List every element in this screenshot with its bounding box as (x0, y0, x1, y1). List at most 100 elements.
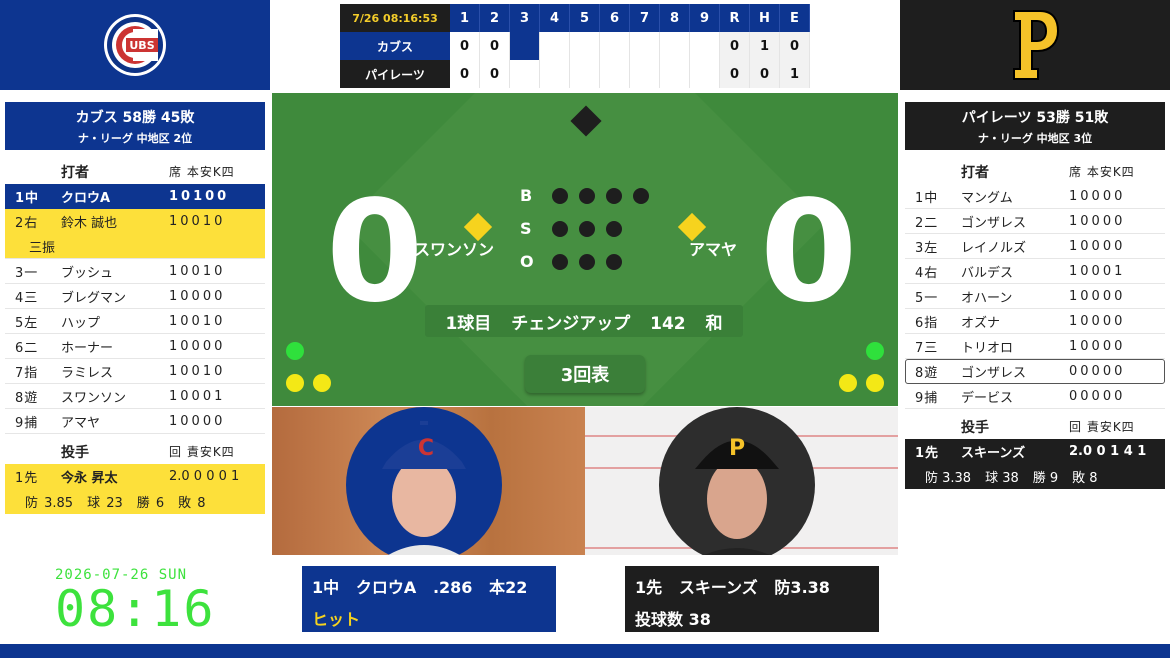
batter-position: 5一 (915, 290, 939, 306)
home-green-lamp-icon (866, 342, 884, 360)
batter-stats: 10010 (169, 214, 226, 229)
strike-dot (579, 221, 595, 237)
current-batter-box: 1中 クロウA .286 本22 ヒット (302, 566, 556, 632)
away-lineup: 打者 席 本安K四 1中 クロウA 10100 2右 鈴木 誠也 10010 三振 3一 ブッシ… (5, 159, 265, 514)
runner-first-name: アマヤ (689, 240, 738, 259)
home-lineup: 打者 席 本安K四 1中 マングム 10000 2二 ゴンザレス 10000 3左 レイノルズ… (905, 159, 1165, 489)
pitcher-avatar: P (659, 407, 815, 555)
batter-position: 7指 (15, 365, 39, 381)
batter-name: ラミレス (61, 365, 114, 381)
home-team-record-box: パイレーツ 53勝 51敗 ナ・リーグ 中地区 3位 (905, 102, 1165, 150)
inning-indicator: 3回表 (525, 355, 645, 393)
batter-position: 9捕 (915, 390, 939, 406)
out-dot (579, 254, 595, 270)
clock-time: 08:16 (55, 580, 216, 638)
away-green-lamp-icon (286, 342, 304, 360)
totals-header: H (750, 4, 780, 32)
away-batter-header-title: 打者 (61, 164, 89, 181)
svg-text:C: C (418, 436, 434, 461)
batter-position: 1中 (15, 191, 40, 206)
batter-stats: 10000 (1069, 213, 1126, 229)
inning-number-header: 3 (510, 4, 540, 32)
batter-stats: 10000 (1069, 188, 1126, 204)
bottom-bar (0, 644, 1170, 658)
away-pitcher-name: 今永 昇太 (61, 471, 118, 486)
home-pitcher-header-title: 投手 (961, 419, 989, 436)
ball-dot (606, 188, 622, 204)
totals-header: E (780, 4, 810, 32)
home-pitcher-pos: 1先 (915, 446, 940, 461)
batter-name: ブレグマン (61, 290, 127, 306)
batter-stats: 10000 (169, 413, 226, 429)
away-team-record-box: カブス 58勝 45敗 ナ・リーグ 中地区 2位 (5, 102, 265, 150)
batter-name: バルデス (961, 265, 1014, 281)
away-team-standing: ナ・リーグ 中地区 2位 (77, 132, 193, 145)
batter-name: ブッシュ (61, 265, 114, 281)
home-pitcher-stats-header: 回 責安K四 (1069, 420, 1135, 434)
home-batter-stats-header: 席 本安K四 (1069, 165, 1135, 179)
home-team-standing: ナ・リーグ 中地区 3位 (977, 132, 1093, 145)
away-batter-row: 8遊 スワンソン 10001 (5, 384, 265, 409)
home-batter-row: 5一 オハーン 10000 (905, 284, 1165, 309)
ball-dot (552, 188, 568, 204)
home-batter-header: 打者 席 本安K四 (905, 159, 1165, 184)
scoreboard-away-name: カブス (340, 32, 450, 60)
out-dot (606, 254, 622, 270)
away-pitcher-stats: 2.0 0 0 0 1 (169, 469, 240, 484)
away-inning-score (630, 32, 660, 60)
pitch-info: 1球目 チェンジアップ 142 和 (425, 305, 743, 337)
away-inning-score (510, 32, 540, 60)
away-pitcher-pos: 1先 (15, 471, 39, 486)
batter-stats: 10001 (169, 388, 226, 404)
current-pitcher-pitch-count: 投球数 38 (635, 610, 711, 629)
away-inning-score (660, 32, 690, 60)
home-yellow-lamp-icon (866, 374, 884, 392)
away-score: 0 (326, 171, 424, 334)
home-batter-row: 1中 マングム 10000 (905, 184, 1165, 209)
ball-dot (579, 188, 595, 204)
out-dot (552, 254, 568, 270)
batter-stats: 10000 (1069, 313, 1126, 329)
batter-name: レイノルズ (961, 240, 1027, 256)
batter-position: 4右 (915, 265, 939, 281)
batter-name: クロウA (61, 191, 111, 206)
batter-stats: 10100 (169, 189, 230, 204)
batter-name: トリオロ (961, 340, 1014, 356)
home-batter-row: 6指 オズナ 10000 (905, 309, 1165, 334)
home-score: 0 (760, 171, 858, 334)
away-pitcher-pitches: 球 23 (87, 496, 123, 511)
inning-number-header: 6 (600, 4, 630, 32)
batter-portrait-icon: C (382, 421, 466, 555)
scoreboard-header-row: 7/26 08:16:53 123456789RHE (340, 4, 810, 32)
scoreboard-away-row: カブス 00010 (340, 32, 810, 60)
away-inning-score (600, 32, 630, 60)
home-pitcher-stats: 2.0 0 1 4 1 (1069, 444, 1147, 459)
svg-text:UBS: UBS (129, 39, 154, 52)
cubs-logo-icon: UBS (104, 14, 166, 76)
home-total-r: 0 (720, 60, 750, 88)
batter-avatar: C (346, 407, 502, 555)
batter-position: 1中 (915, 190, 939, 206)
away-batter-row: 9捕 アマヤ 10000 (5, 409, 265, 434)
home-inning-score: 0 (480, 60, 510, 88)
batter-name: マングム (961, 190, 1013, 206)
batter-name: オハーン (961, 290, 1013, 306)
batter-stats: 10010 (169, 263, 226, 279)
home-inning-score (660, 60, 690, 88)
away-pitcher-era: 防 3.85 (25, 496, 74, 511)
away-total-h: 1 (750, 32, 780, 60)
away-inning-score (570, 32, 600, 60)
home-pitcher-name: スキーンズ (961, 446, 1026, 461)
batter-name: アマヤ (61, 415, 101, 431)
away-batter-row: 6二 ホーナー 10000 (5, 334, 265, 359)
pirates-p-logo-icon (1013, 10, 1060, 80)
away-inning-score: 0 (450, 32, 480, 60)
home-pitcher-era: 防 3.38 (925, 471, 972, 486)
batter-stats: 10000 (1069, 338, 1126, 354)
ball-dot (633, 188, 649, 204)
inning-number-header: 4 (540, 4, 570, 32)
home-inning-score (690, 60, 720, 88)
batter-name: ゴンザレス (961, 365, 1027, 381)
cubs-logo-panel: UBS (0, 0, 270, 90)
inning-number-header: 8 (660, 4, 690, 32)
